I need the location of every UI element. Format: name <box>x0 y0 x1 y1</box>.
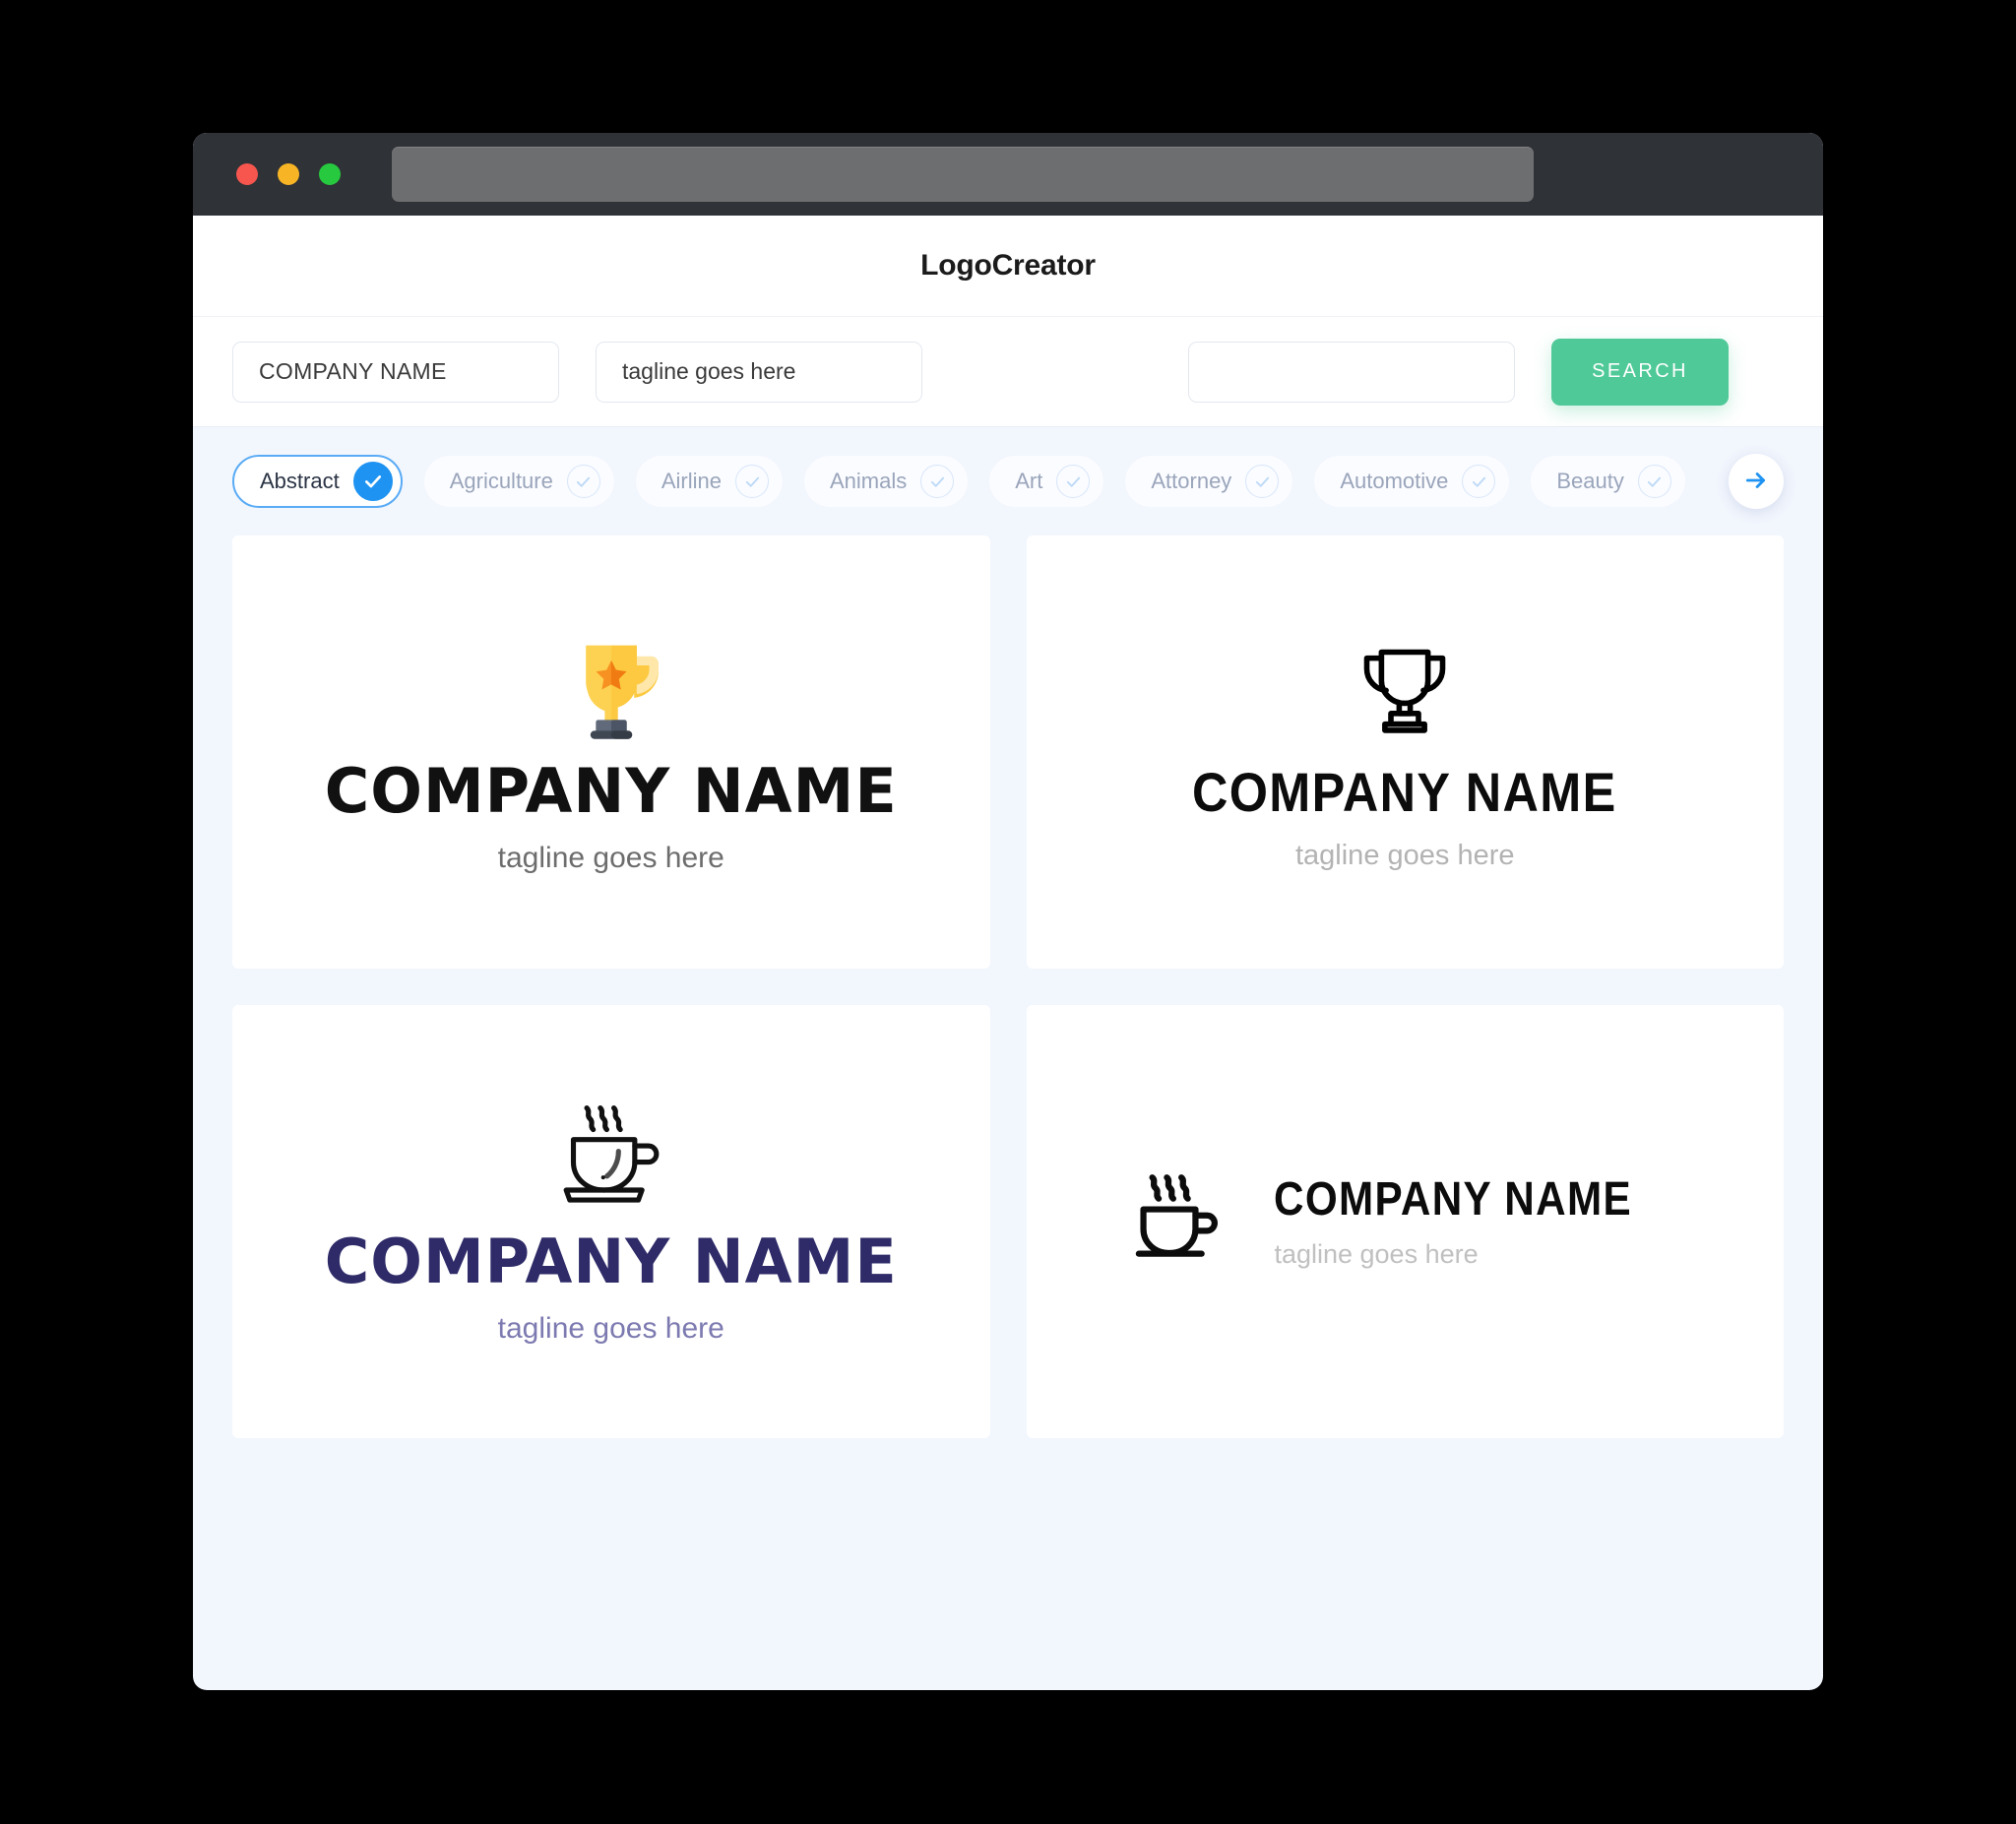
chip-label: Beauty <box>1556 469 1624 493</box>
close-window-icon[interactable] <box>236 163 258 185</box>
chip-label: Attorney <box>1151 469 1232 493</box>
check-icon <box>1245 465 1280 498</box>
check-icon <box>566 465 600 498</box>
chip-label: Abstract <box>260 469 340 493</box>
logo-tagline: tagline goes here <box>497 842 724 874</box>
check-icon <box>1462 465 1496 498</box>
sidebar-item-automotive[interactable]: Automotive <box>1314 456 1510 507</box>
chip-label: Animals <box>830 469 908 493</box>
logo-card[interactable]: COMPANY NAME tagline goes here <box>232 535 990 969</box>
logo-text-block: COMPANY NAME tagline goes here <box>1274 1172 1681 1269</box>
browser-titlebar <box>193 133 1823 216</box>
logo-preview: COMPANY NAME tagline goes here <box>325 1100 898 1344</box>
browser-window: LogoCreator COMPANY NAME tagline goes he… <box>193 133 1823 1690</box>
page-title: LogoCreator <box>920 249 1096 282</box>
tagline-input[interactable]: tagline goes here <box>596 341 922 403</box>
sidebar-item-beauty[interactable]: Beauty <box>1531 456 1685 507</box>
minimize-window-icon[interactable] <box>278 163 299 185</box>
maximize-window-icon[interactable] <box>319 163 341 185</box>
category-filter-bar[interactable]: Abstract Agriculture Airline Animals Art… <box>193 427 1823 535</box>
sidebar-item-agriculture[interactable]: Agriculture <box>423 456 614 507</box>
logo-company-name: COMPANY NAME <box>1274 1172 1633 1226</box>
address-bar[interactable] <box>392 147 1534 202</box>
sidebar-item-airline[interactable]: Airline <box>635 456 783 507</box>
screenshot-stage: LogoCreator COMPANY NAME tagline goes he… <box>0 0 2016 1824</box>
sidebar-item-art[interactable]: Art <box>989 456 1104 507</box>
search-button[interactable]: SEARCH <box>1551 338 1729 406</box>
logo-preview: COMPANY NAME tagline goes here <box>1168 635 1641 870</box>
check-icon <box>1637 465 1671 498</box>
logo-tagline: tagline goes here <box>497 1312 724 1345</box>
logo-tagline: tagline goes here <box>1294 839 1515 871</box>
logo-card[interactable]: COMPANY NAME tagline goes here <box>1026 535 1784 969</box>
chip-label: Airline <box>661 469 722 493</box>
check-icon <box>920 465 955 498</box>
logo-company-name: COMPANY NAME <box>324 1226 898 1297</box>
sidebar-item-attorney[interactable]: Attorney <box>1125 456 1293 507</box>
chip-label: Automotive <box>1340 469 1449 493</box>
company-name-input[interactable]: COMPANY NAME <box>232 341 559 403</box>
logo-preview: COMPANY NAME tagline goes here <box>325 631 898 873</box>
chip-label: Art <box>1015 469 1043 493</box>
logo-preview: COMPANY NAME tagline goes here <box>1128 1170 1681 1273</box>
search-toolbar: COMPANY NAME tagline goes here SEARCH <box>193 317 1823 427</box>
coffee-cup-outline-icon <box>563 1105 660 1203</box>
logo-company-name: COMPANY NAME <box>324 755 898 827</box>
trophy-solid-icon <box>563 645 659 739</box>
arrow-right-icon <box>1743 468 1769 496</box>
traffic-lights <box>236 163 341 185</box>
logo-card[interactable]: COMPANY NAME tagline goes here <box>1026 1005 1784 1438</box>
logo-company-name: COMPANY NAME <box>1192 760 1618 823</box>
logo-card[interactable]: COMPANY NAME tagline goes here <box>232 1005 990 1438</box>
app-header: LogoCreator <box>193 216 1823 317</box>
logo-tagline: tagline goes here <box>1274 1238 1479 1269</box>
chip-label: Agriculture <box>449 469 553 493</box>
check-icon <box>352 462 393 501</box>
coffee-cup-outline-icon <box>1136 1174 1219 1257</box>
sidebar-item-abstract[interactable]: Abstract <box>232 455 403 508</box>
check-icon <box>1056 465 1091 498</box>
sidebar-item-animals[interactable]: Animals <box>804 456 969 507</box>
trophy-outline-icon <box>1363 649 1446 733</box>
logo-results-grid: COMPANY NAME tagline goes here COMPANY N <box>193 535 1823 1478</box>
keyword-input[interactable] <box>1188 341 1515 403</box>
next-categories-button[interactable] <box>1729 454 1784 509</box>
check-icon <box>735 465 769 498</box>
